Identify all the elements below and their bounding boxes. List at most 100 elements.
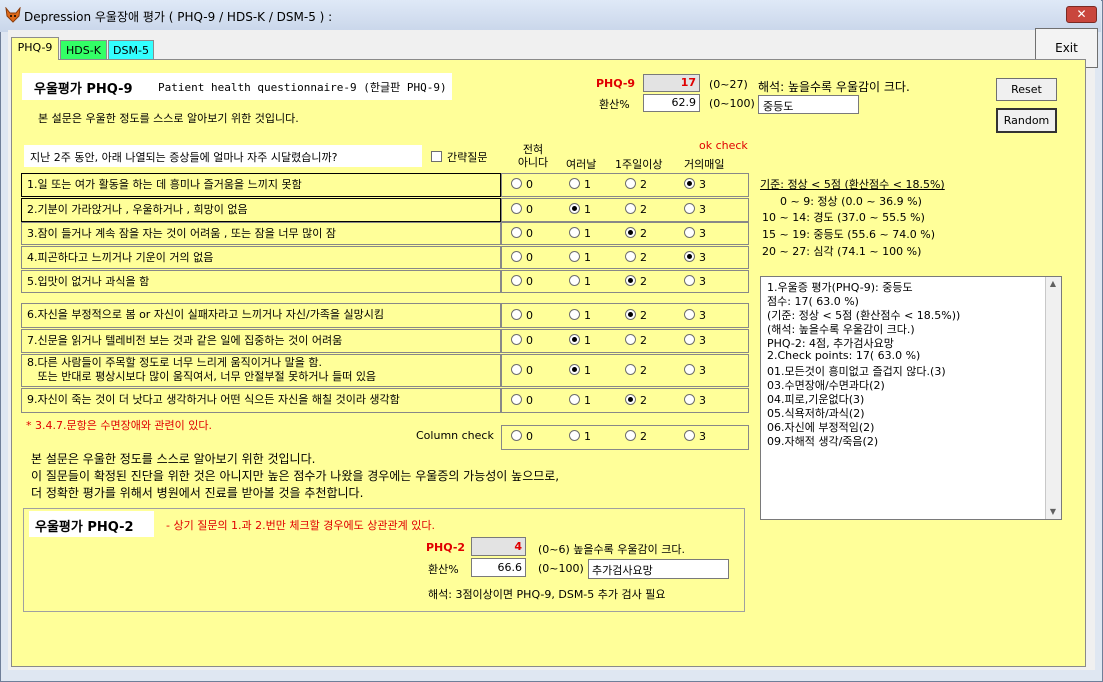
footer-line-1: 이 질문들이 확정된 진단을 위한 것은 아니지만 높은 점수가 나왔을 경우에… bbox=[31, 469, 560, 483]
question-1-option-1[interactable]: 1 bbox=[569, 178, 591, 191]
option-label: 0 bbox=[526, 203, 533, 216]
question-text-2: 2.기분이 가라앉거나 , 우울하거나 , 희망이 없음 bbox=[27, 203, 248, 216]
question-6-option-2[interactable]: 2 bbox=[625, 309, 647, 322]
question-4-option-0[interactable]: 0 bbox=[511, 251, 533, 264]
page-subtitle-en: Patient health questionnaire-9 (한글판 PHQ-… bbox=[158, 81, 447, 94]
question-3-option-2[interactable]: 2 bbox=[625, 227, 647, 240]
question-text-1: 1.일 또는 여가 활동을 하는 데 흥미나 즐거움을 느끼지 못함 bbox=[27, 178, 302, 191]
option-label: 0 bbox=[526, 334, 533, 347]
brief-question-checkbox[interactable]: 간략질문 bbox=[431, 149, 487, 165]
question-7-option-3[interactable]: 3 bbox=[684, 334, 706, 347]
sleep-note: * 3.4.7.문항은 수면장애와 관련이 있다. bbox=[26, 419, 213, 432]
option-label: 0 bbox=[526, 227, 533, 240]
question-text-6: 6.자신을 부정적으로 봄 or 자신이 실패자라고 느끼거나 자신/가족을 실… bbox=[27, 308, 385, 321]
radio-icon bbox=[511, 394, 522, 405]
option-label: 1 bbox=[584, 309, 591, 322]
result-scrollbar[interactable]: ▲ ▼ bbox=[1045, 277, 1061, 519]
question-3-option-1[interactable]: 1 bbox=[569, 227, 591, 240]
radio-icon bbox=[511, 334, 522, 345]
question-9-option-1[interactable]: 1 bbox=[569, 394, 591, 407]
question-5-option-1[interactable]: 1 bbox=[569, 275, 591, 288]
scroll-up-icon[interactable]: ▲ bbox=[1046, 277, 1060, 291]
question-1-option-0[interactable]: 0 bbox=[511, 178, 533, 191]
column-header-over-week: 1주일이상 bbox=[615, 158, 663, 171]
criteria-line-2: 10 ~ 14: 경도 (37.0 ~ 55.5 %) bbox=[762, 211, 925, 224]
question-9-option-2[interactable]: 2 bbox=[625, 394, 647, 407]
question-8-option-2[interactable]: 2 bbox=[625, 364, 647, 377]
question-5-option-3[interactable]: 3 bbox=[684, 275, 706, 288]
question-text-4: 4.피곤하다고 느끼거나 기운이 거의 없음 bbox=[27, 251, 214, 264]
question-2-option-3[interactable]: 3 bbox=[684, 203, 706, 216]
question-6-option-3[interactable]: 3 bbox=[684, 309, 706, 322]
option-label: 2 bbox=[640, 275, 647, 288]
question-4-option-2[interactable]: 2 bbox=[625, 251, 647, 264]
question-2-option-2[interactable]: 2 bbox=[625, 203, 647, 216]
question-8-option-0[interactable]: 0 bbox=[511, 364, 533, 377]
result-text-area[interactable]: 1.우울증 평가(PHQ-9): 중등도 점수: 17( 63.0 %) (기준… bbox=[760, 276, 1062, 520]
question-6-option-0[interactable]: 0 bbox=[511, 309, 533, 322]
option-label: 3 bbox=[699, 394, 706, 407]
radio-icon bbox=[569, 334, 580, 345]
question-4-option-3[interactable]: 3 bbox=[684, 251, 706, 264]
question-8-option-3[interactable]: 3 bbox=[684, 364, 706, 377]
question-3-option-3[interactable]: 3 bbox=[684, 227, 706, 240]
radio-icon bbox=[511, 251, 522, 262]
phq2-score-value: 4 bbox=[514, 540, 522, 553]
question-prompt: 지난 2주 동안, 아래 나열되는 증상들에 얼마나 자주 시달렸습니까? bbox=[30, 151, 338, 164]
option-label: 3 bbox=[699, 364, 706, 377]
option-label: 0 bbox=[526, 430, 533, 443]
radio-icon bbox=[511, 309, 522, 320]
option-label: 3 bbox=[699, 430, 706, 443]
question-text-3: 3.잠이 들거나 계속 잠을 자는 것이 어려움 , 또는 잠을 너무 많이 잠 bbox=[27, 227, 336, 240]
radio-icon bbox=[569, 251, 580, 262]
column-check-option-0[interactable]: 0 bbox=[511, 430, 533, 443]
question-5-option-0[interactable]: 0 bbox=[511, 275, 533, 288]
question-4-option-1[interactable]: 1 bbox=[569, 251, 591, 264]
radio-icon bbox=[569, 394, 580, 405]
column-check-option-3[interactable]: 3 bbox=[684, 430, 706, 443]
question-2-option-1[interactable]: 1 bbox=[569, 203, 591, 216]
result-line-5: 2.Check points: 17( 63.0 %) bbox=[767, 349, 921, 362]
radio-icon bbox=[511, 364, 522, 375]
window-title: Depression 우울장애 평가 ( PHQ-9 / HDS-K / DSM… bbox=[24, 10, 333, 24]
random-button[interactable]: Random bbox=[996, 108, 1057, 133]
close-button[interactable]: ✕ bbox=[1066, 6, 1097, 23]
option-label: 1 bbox=[584, 251, 591, 264]
phq2-percent-value: 66.6 bbox=[497, 561, 523, 574]
question-6-option-1[interactable]: 1 bbox=[569, 309, 591, 322]
question-7-option-0[interactable]: 0 bbox=[511, 334, 533, 347]
question-1-option-3[interactable]: 3 bbox=[684, 178, 706, 191]
column-check-option-1[interactable]: 1 bbox=[569, 430, 591, 443]
option-label: 2 bbox=[640, 430, 647, 443]
question-3-option-0[interactable]: 0 bbox=[511, 227, 533, 240]
radio-icon bbox=[684, 309, 695, 320]
question-9-option-3[interactable]: 3 bbox=[684, 394, 706, 407]
tab-phq9[interactable]: PHQ-9 bbox=[11, 37, 59, 60]
question-7-option-2[interactable]: 2 bbox=[625, 334, 647, 347]
radio-icon bbox=[569, 275, 580, 286]
question-text-7: 7.신문을 읽거나 텔레비전 보는 것과 같은 일에 집중하는 것이 어려움 bbox=[27, 334, 343, 347]
question-9-option-0[interactable]: 0 bbox=[511, 394, 533, 407]
reset-button[interactable]: Reset bbox=[996, 78, 1057, 101]
column-check-option-2[interactable]: 2 bbox=[625, 430, 647, 443]
radio-icon bbox=[684, 275, 695, 286]
question-7-option-1[interactable]: 1 bbox=[569, 334, 591, 347]
question-8-option-1[interactable]: 1 bbox=[569, 364, 591, 377]
phq2-result-value: 추가검사요망 bbox=[592, 564, 653, 577]
option-label: 3 bbox=[699, 275, 706, 288]
question-text-5: 5.입맛이 없거나 과식을 함 bbox=[27, 275, 150, 288]
option-label: 2 bbox=[640, 394, 647, 407]
question-1-option-2[interactable]: 2 bbox=[625, 178, 647, 191]
option-label: 3 bbox=[699, 334, 706, 347]
question-5-option-2[interactable]: 2 bbox=[625, 275, 647, 288]
scroll-down-icon[interactable]: ▼ bbox=[1046, 505, 1060, 519]
phq2-note: - 상기 질문의 1.과 2.번만 체크할 경우에도 상관관계 있다. bbox=[166, 519, 435, 532]
question-2-option-0[interactable]: 0 bbox=[511, 203, 533, 216]
footer-line-0: 본 설문은 우울한 정도를 스스로 알아보기 위한 것입니다. bbox=[31, 452, 316, 466]
radio-icon bbox=[625, 430, 636, 441]
option-label: 1 bbox=[584, 227, 591, 240]
percent-label: 환산% bbox=[599, 98, 630, 111]
phq2-interpretation: 해석: 3점이상이면 PHQ-9, DSM-5 추가 검사 필요 bbox=[428, 588, 666, 601]
option-label: 3 bbox=[699, 309, 706, 322]
criteria-line-0: 기준: 정상 < 5점 (환산점수 < 18.5%) bbox=[760, 178, 945, 191]
